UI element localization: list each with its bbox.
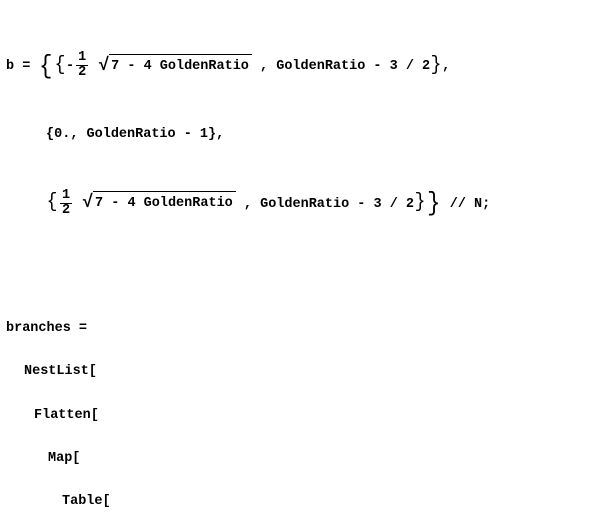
postfix-n: // N; — [442, 197, 491, 212]
fraction-1: 12 — [76, 51, 88, 80]
gr-3-2b: GoldenRatio - 3 / 2 — [260, 197, 414, 212]
line-b-3: {12 √7 - 4 GoldenRatio , GoldenRatio - 3… — [6, 189, 604, 218]
line-table: Table[ — [6, 491, 604, 513]
line-flatten: Flatten[ — [6, 405, 604, 427]
code-cell: b = {{-12 √7 - 4 GoldenRatio , GoldenRat… — [0, 0, 610, 514]
surd-1: √ — [98, 57, 109, 75]
b-assign: b = — [6, 59, 38, 74]
minus-sign: - — [66, 59, 74, 74]
blank-1 — [6, 261, 604, 275]
fraction-2: 12 — [60, 189, 72, 218]
map: Map[ — [48, 451, 80, 466]
frac1-den: 2 — [76, 66, 88, 80]
radicand-2: 7 - 4 GoldenRatio — [93, 191, 236, 215]
branches-assign: branches = — [6, 321, 87, 336]
radicand-1: 7 - 4 GoldenRatio — [109, 54, 252, 78]
frac2-num: 1 — [60, 189, 72, 204]
line-b-2: {0., GoldenRatio - 1}, — [6, 124, 604, 146]
sqrt-2: √7 - 4 GoldenRatio — [82, 191, 236, 215]
table: Table[ — [62, 494, 111, 509]
surd-2: √ — [82, 194, 93, 212]
gr-3-2: GoldenRatio - 3 / 2 — [276, 59, 430, 74]
gr-1: GoldenRatio - 1 — [87, 127, 209, 142]
comma-1: , — [252, 59, 276, 74]
frac2-den: 2 — [60, 204, 72, 218]
zero-dot: 0. — [54, 127, 70, 142]
flatten: Flatten[ — [34, 408, 99, 423]
nestlist: NestList[ — [24, 364, 97, 379]
line-nestlist: NestList[ — [6, 361, 604, 383]
sqrt-1: √7 - 4 GoldenRatio — [98, 54, 252, 78]
line-b-1: b = {{-12 √7 - 4 GoldenRatio , GoldenRat… — [6, 51, 604, 80]
line-map: Map[ — [6, 448, 604, 470]
frac1-num: 1 — [76, 51, 88, 66]
comma-2: , — [236, 197, 260, 212]
line-branches: branches = — [6, 318, 604, 340]
